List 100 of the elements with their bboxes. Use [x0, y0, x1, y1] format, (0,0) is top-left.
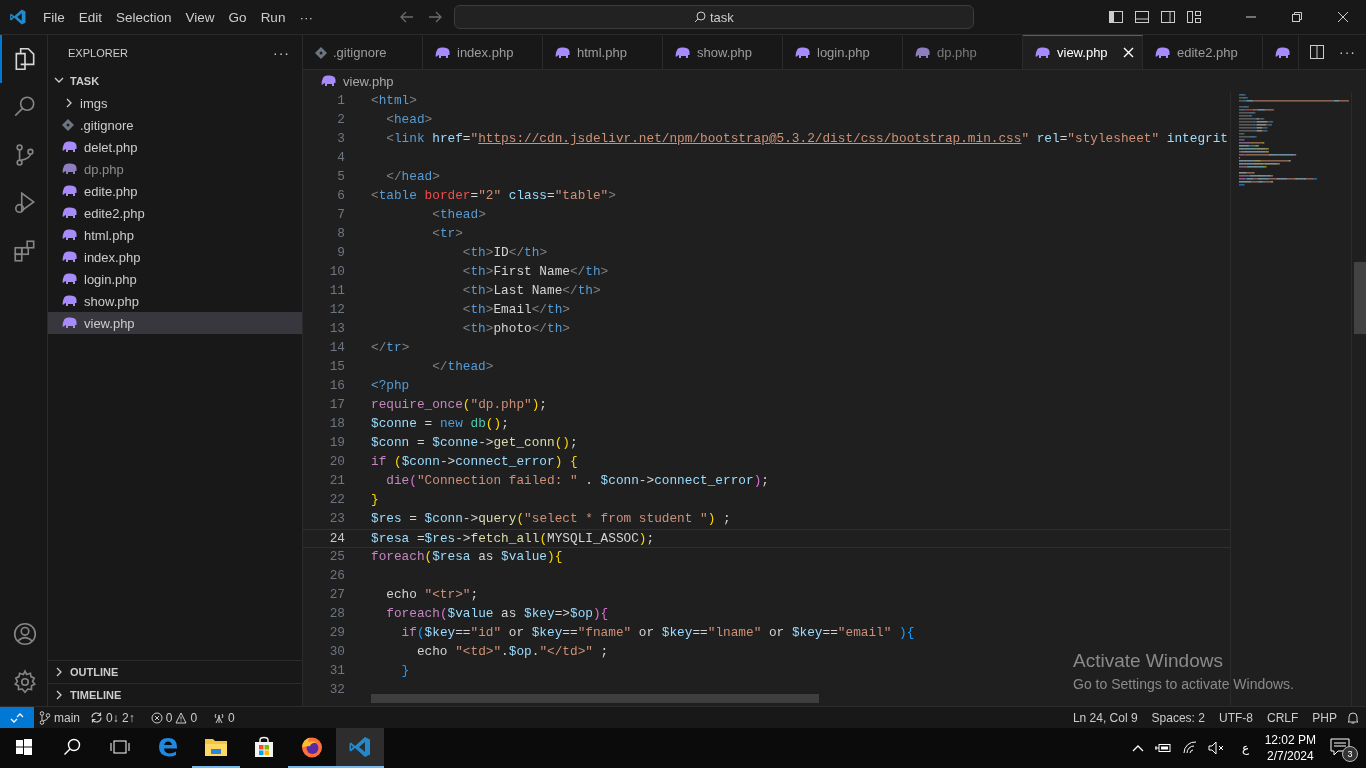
input-language[interactable]: ع: [1241, 741, 1249, 755]
editor-tab[interactable]: view.php: [1023, 35, 1143, 69]
sync-status[interactable]: 0↓ 2↑: [85, 710, 140, 725]
status-item[interactable]: PHP: [1307, 710, 1342, 725]
menu-item[interactable]: View: [178, 6, 222, 28]
line-number: 23: [328, 510, 345, 528]
diamond-icon: [62, 119, 74, 131]
line-number: 5: [336, 168, 345, 186]
problems-status[interactable]: 0 0: [145, 710, 203, 725]
folder-icon[interactable]: [204, 736, 228, 758]
ports-status[interactable]: 0: [208, 710, 240, 725]
line-number: 10: [328, 263, 345, 281]
code-line: <th>Last Name</th>: [461, 282, 601, 300]
remote-icon: [10, 711, 24, 724]
code-line: $conn = $conne->get_conn();: [371, 434, 578, 452]
explorer-tree-entry[interactable]: dp.php: [48, 158, 302, 180]
line-number: 26: [328, 567, 345, 585]
line-number: 32: [328, 681, 345, 699]
elephant-icon: [795, 46, 811, 59]
split-editor-icon[interactable]: [1309, 44, 1325, 60]
line-number: 14: [328, 339, 345, 357]
vscode-logo[interactable]: [9, 8, 27, 26]
status-item[interactable]: CRLF: [1261, 710, 1304, 725]
elephant-icon: [62, 207, 78, 219]
panel-toggle-icon[interactable]: [1134, 9, 1150, 25]
explorer-tree-entry[interactable]: imgs: [48, 92, 302, 114]
menu-item[interactable]: File: [36, 6, 72, 28]
menu-item[interactable]: Run: [253, 6, 293, 28]
firefox-icon[interactable]: [300, 735, 324, 759]
code-line: $conne = new db();: [371, 415, 509, 433]
line-number: 15: [328, 358, 345, 376]
notification-button[interactable]: 3: [1326, 734, 1358, 762]
breadcrumb[interactable]: view.php: [303, 70, 1366, 92]
code-line: <th>First Name</th>: [461, 263, 609, 281]
vscode-icon[interactable]: [348, 735, 372, 759]
settings-icon[interactable]: [11, 669, 38, 695]
more-actions[interactable]: ···: [1339, 44, 1356, 60]
explorer-tree-entry[interactable]: show.php: [48, 290, 302, 312]
code-line: foreach($resa as $value){: [371, 548, 563, 566]
command-center-search[interactable]: task: [453, 5, 974, 29]
more-actions[interactable]: ···: [273, 44, 290, 61]
sync-icon: [90, 711, 103, 724]
line-number: 1: [336, 92, 345, 110]
code-line: require_once("dp.php");: [371, 396, 547, 414]
line-number: 12: [328, 301, 345, 319]
start-icon[interactable]: [16, 739, 32, 755]
battery-icon[interactable]: [1153, 742, 1172, 754]
code-line: $res = $conn->query("select * from student ") ;: [371, 510, 731, 528]
activation-message: Go to Settings to activate Windows.: [1073, 676, 1294, 692]
line-number: 20: [328, 453, 345, 471]
back-arrow-icon[interactable]: [399, 10, 414, 24]
task-view-icon[interactable]: [110, 739, 130, 755]
explorer-tree-entry[interactable]: .gitignore: [48, 114, 302, 136]
explorer-tree-entry[interactable]: login.php: [48, 268, 302, 290]
elephant-icon: [1275, 46, 1291, 59]
branch-status[interactable]: main: [34, 710, 85, 725]
status-item[interactable]: Ln 24, Col 9: [1067, 710, 1143, 725]
wifi-icon[interactable]: [1181, 741, 1198, 755]
close-icon[interactable]: [1337, 11, 1349, 23]
volume-muted-icon[interactable]: [1207, 741, 1226, 755]
line-number: 3: [336, 130, 345, 148]
explorer-tree-entry[interactable]: html.php: [48, 224, 302, 246]
forward-arrow-icon[interactable]: [427, 10, 442, 24]
elephant-icon: [62, 295, 78, 307]
account-icon[interactable]: [11, 621, 38, 647]
menu-item[interactable]: ···: [292, 6, 320, 28]
sidebar-toggle-icon[interactable]: [1108, 9, 1124, 25]
menu-item[interactable]: Selection: [109, 6, 179, 28]
line-number: 7: [336, 206, 345, 224]
explorer-tree-entry[interactable]: edite2.php: [48, 202, 302, 224]
line-number: 29: [328, 624, 345, 642]
menu-item[interactable]: Go: [221, 6, 254, 28]
bell-icon[interactable]: [1346, 710, 1360, 725]
search-icon[interactable]: [63, 738, 81, 756]
status-item[interactable]: Spaces: 2: [1146, 710, 1210, 725]
line-number: 13: [328, 320, 345, 338]
restore-icon[interactable]: [1291, 11, 1303, 23]
explorer-tree-entry[interactable]: index.php: [48, 246, 302, 268]
code-line: echo "<td>".$op."</td>" ;: [415, 643, 609, 661]
edge-icon[interactable]: [156, 735, 180, 759]
section-header[interactable]: OUTLINE: [48, 660, 302, 683]
elephant-icon: [435, 46, 451, 59]
folder-header[interactable]: TASK: [48, 70, 302, 92]
elephant-icon: [62, 163, 78, 175]
elephant-icon: [62, 251, 78, 263]
explorer-tree-entry[interactable]: delet.php: [48, 136, 302, 158]
menu-item[interactable]: Edit: [71, 6, 110, 28]
chevron-up-icon[interactable]: [1131, 744, 1144, 752]
scrollbar-thumb[interactable]: [1354, 262, 1366, 334]
clock[interactable]: 12:02 PM 2/7/2024: [1264, 733, 1316, 763]
explorer-tree-entry[interactable]: view.php: [48, 312, 302, 334]
line-number: 27: [328, 586, 345, 604]
code-line: <?php: [371, 377, 410, 395]
explorer-tree-entry[interactable]: edite.php: [48, 180, 302, 202]
layout-icon[interactable]: [1186, 9, 1202, 25]
store-icon[interactable]: [253, 736, 275, 758]
secondary-sidebar-icon[interactable]: [1160, 9, 1176, 25]
code-line: <tr>: [431, 225, 463, 243]
status-item[interactable]: UTF-8: [1213, 710, 1258, 725]
horizontal-scrollbar[interactable]: [371, 694, 819, 703]
